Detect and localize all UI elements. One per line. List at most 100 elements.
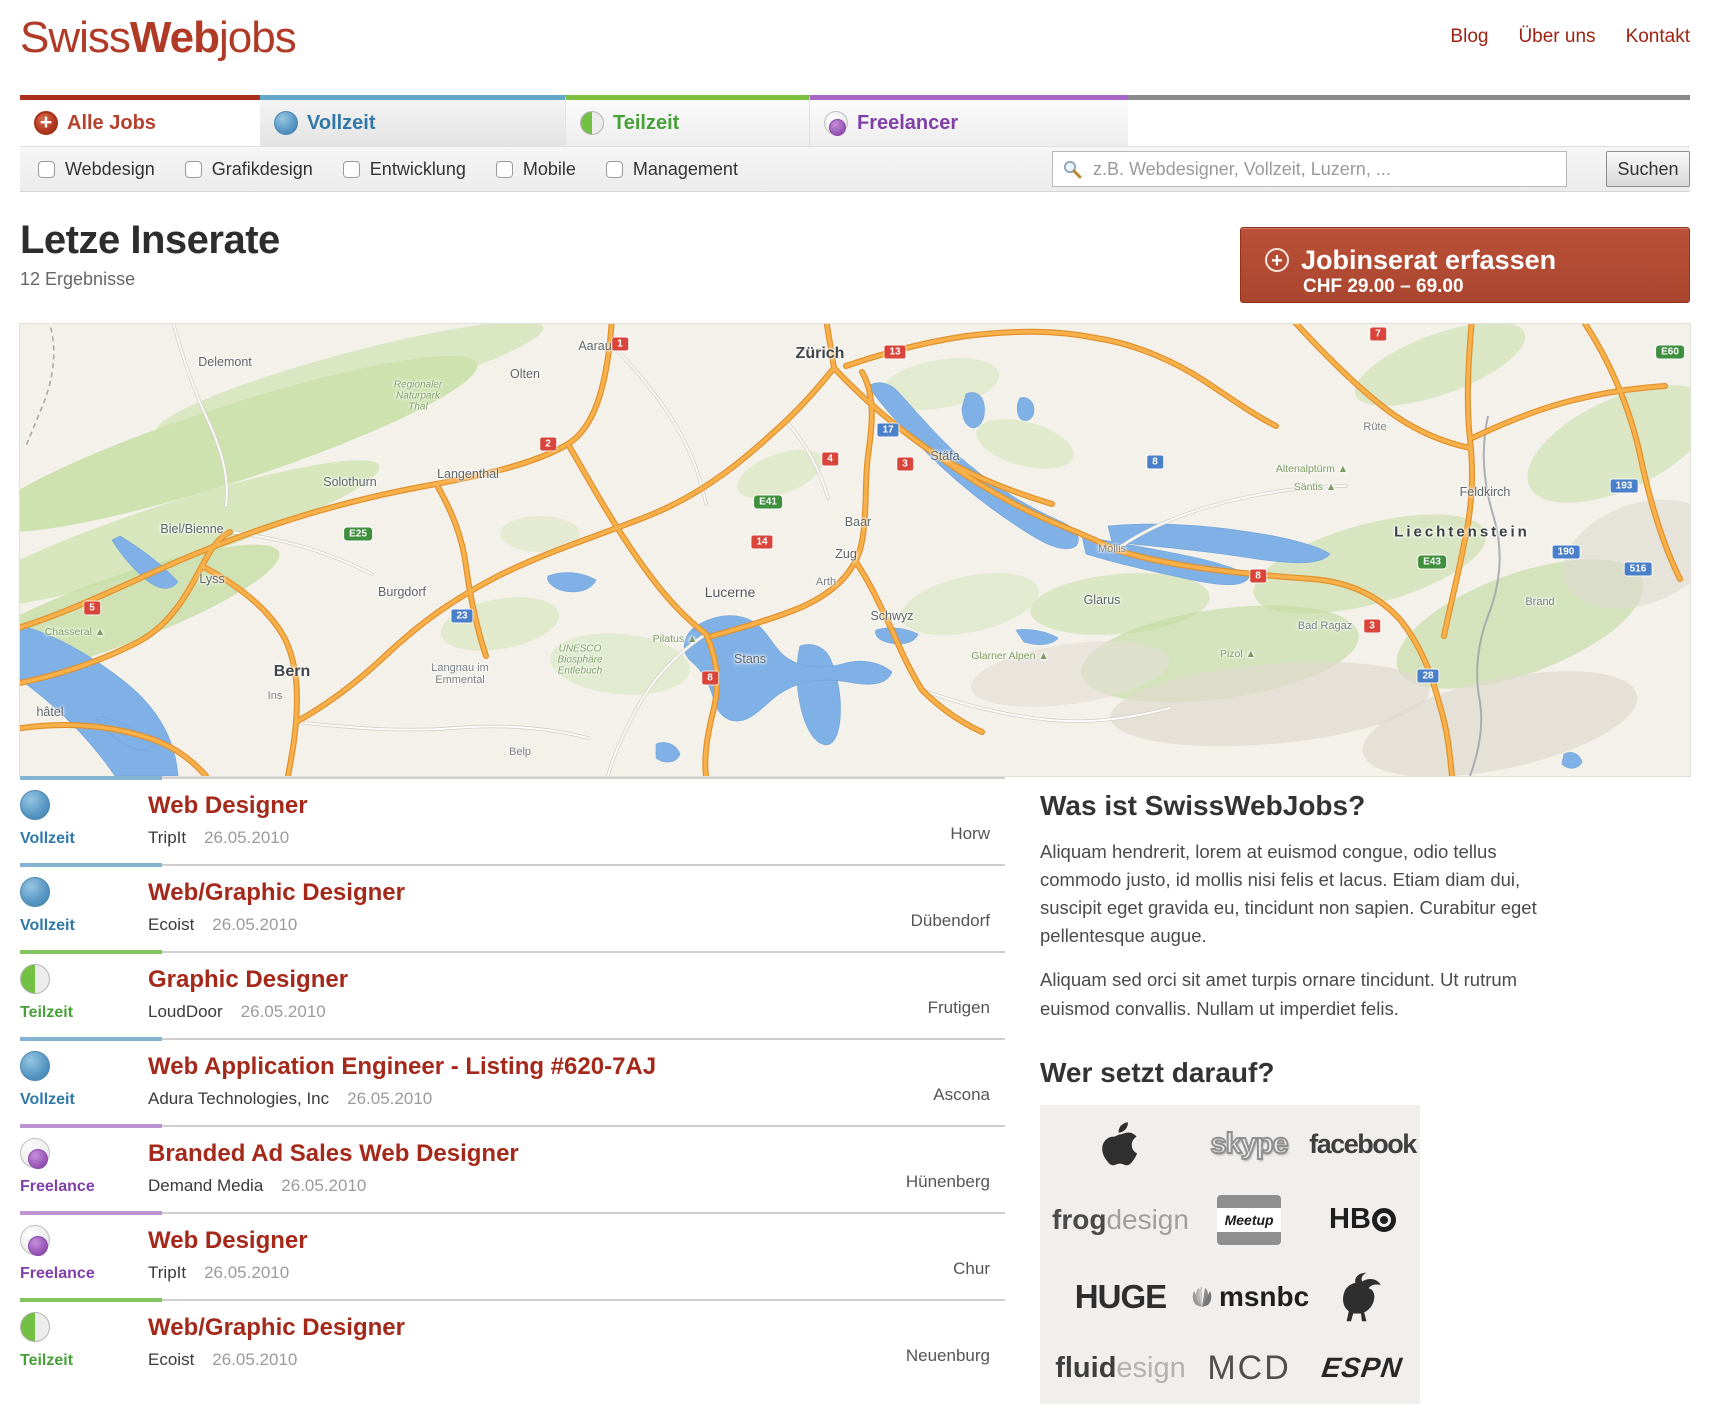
filter-label: Grafikdesign: [212, 159, 313, 180]
teilzeit-icon: [20, 964, 50, 994]
job-listing[interactable]: Freelance Branded Ad Sales Web Designer …: [20, 1124, 1005, 1211]
job-listing[interactable]: Freelance Web Designer TripIt26.05.2010 …: [20, 1211, 1005, 1298]
checkbox[interactable]: [606, 161, 623, 178]
tab-label: Alle Jobs: [67, 112, 156, 135]
job-type-label: Teilzeit: [20, 1352, 148, 1370]
tab-bar-filler: [1128, 95, 1690, 146]
job-date: 26.05.2010: [281, 1176, 366, 1195]
job-title-link[interactable]: Web/Graphic Designer: [148, 1314, 405, 1342]
goat-logo-icon: [1340, 1271, 1384, 1323]
checkbox[interactable]: [343, 161, 360, 178]
brand-part1: Swiss: [20, 13, 130, 62]
job-title-link[interactable]: Web Application Engineer - Listing #620-…: [148, 1053, 656, 1081]
job-date: 26.05.2010: [204, 828, 289, 847]
job-company: TripIt: [148, 1263, 186, 1282]
mcd-logo: MCD: [1207, 1349, 1290, 1388]
filter-label: Mobile: [523, 159, 576, 180]
job-listing[interactable]: Vollzeit Web Application Engineer - List…: [20, 1037, 1005, 1124]
top-nav: Blog Über uns Kontakt: [1450, 14, 1690, 48]
filter-entwicklung[interactable]: Entwicklung: [343, 159, 466, 180]
filter-mobile[interactable]: Mobile: [496, 159, 576, 180]
tab-alle-jobs[interactable]: Alle Jobs: [20, 95, 260, 146]
job-title-link[interactable]: Branded Ad Sales Web Designer: [148, 1140, 519, 1168]
job-type-tabs: Alle Jobs Vollzeit Teilzeit Freelancer: [20, 95, 1690, 146]
freelancer-icon: [824, 111, 848, 135]
search-button[interactable]: Suchen: [1606, 151, 1690, 187]
header: SwissWebjobs Blog Über uns Kontakt: [20, 0, 1690, 62]
checkbox[interactable]: [38, 161, 55, 178]
vollzeit-icon: [274, 111, 298, 135]
page: SwissWebjobs Blog Über uns Kontakt Alle …: [0, 0, 1710, 1424]
switzerland-map[interactable]: DelemontAarauOltenZürichRegionaler Natur…: [20, 324, 1690, 776]
filter-label: Entwicklung: [370, 159, 466, 180]
job-date: 26.05.2010: [241, 1002, 326, 1021]
map-graphic: [20, 324, 1690, 776]
job-type-label: Vollzeit: [20, 830, 148, 848]
search-group: Suchen: [1052, 151, 1690, 187]
about-paragraph-2: Aliquam sed orci sit amet turpis ornare …: [1040, 966, 1545, 1022]
job-date: 26.05.2010: [347, 1089, 432, 1108]
fluidesign-logo: fluidesign: [1055, 1352, 1186, 1385]
meetup-logo: Meetup: [1217, 1195, 1281, 1245]
facebook-logo: facebook: [1309, 1129, 1416, 1160]
job-title-link[interactable]: Web Designer: [148, 792, 308, 820]
espn-logo: ESPN: [1320, 1352, 1405, 1384]
job-listing[interactable]: Teilzeit Graphic Designer LoudDoor26.05.…: [20, 950, 1005, 1037]
nav-blog[interactable]: Blog: [1450, 26, 1488, 48]
job-listing[interactable]: Vollzeit Web Designer TripIt26.05.2010 H…: [20, 776, 1005, 863]
job-company: Ecoist: [148, 915, 194, 934]
job-title-link[interactable]: Web/Graphic Designer: [148, 879, 405, 907]
tab-teilzeit[interactable]: Teilzeit: [566, 95, 810, 146]
brand-logo[interactable]: SwissWebjobs: [20, 14, 296, 62]
job-location: Dübendorf: [911, 911, 990, 931]
job-location: Horw: [950, 824, 990, 844]
hbo-o-icon: [1372, 1208, 1396, 1232]
huge-logo: HUGE: [1075, 1278, 1166, 1316]
msnbc-logo: msnbc: [1189, 1281, 1309, 1313]
alle-jobs-plus-icon: [34, 111, 58, 135]
job-listing[interactable]: Vollzeit Web/Graphic Designer Ecoist 26.0…: [20, 863, 1005, 950]
job-listing[interactable]: Teilzeit Web/Graphic Designer Ecoist26.0…: [20, 1298, 1005, 1385]
job-location: Ascona: [933, 1085, 990, 1105]
teilzeit-icon: [580, 111, 604, 135]
about-title: Was ist SwissWebJobs?: [1040, 790, 1545, 822]
tab-label: Vollzeit: [307, 112, 376, 135]
filter-webdesign[interactable]: Webdesign: [38, 159, 155, 180]
checkbox[interactable]: [496, 161, 513, 178]
tab-vollzeit[interactable]: Vollzeit: [260, 95, 566, 146]
apple-logo-icon: [1099, 1121, 1141, 1169]
peacock-icon: [1189, 1285, 1215, 1309]
post-job-button[interactable]: +Jobinserat erfassen CHF 29.00 – 69.00: [1240, 227, 1690, 303]
job-date: 26.05.2010: [212, 915, 297, 934]
filter-label: Management: [633, 159, 738, 180]
job-title-link[interactable]: Web Designer: [148, 1227, 308, 1255]
nav-ueber-uns[interactable]: Über uns: [1518, 26, 1595, 48]
job-date: 26.05.2010: [204, 1263, 289, 1282]
job-type-label: Vollzeit: [20, 1091, 148, 1109]
tab-label: Teilzeit: [613, 112, 679, 135]
filter-grafikdesign[interactable]: Grafikdesign: [185, 159, 313, 180]
teilzeit-icon: [20, 1312, 50, 1342]
tab-freelancer[interactable]: Freelancer: [810, 95, 1128, 146]
search-input[interactable]: [1052, 151, 1567, 187]
sidebar: Was ist SwissWebJobs? Aliquam hendrerit,…: [1040, 776, 1545, 1404]
search-icon: [1062, 159, 1082, 179]
frog-design-logo: frog design: [1052, 1204, 1189, 1236]
about-paragraph-1: Aliquam hendrerit, lorem at euismod cong…: [1040, 838, 1545, 950]
filter-label: Webdesign: [65, 159, 155, 180]
clients-title: Wer setzt darauf?: [1040, 1057, 1545, 1089]
job-list: Vollzeit Web Designer TripIt 26.05.2010 H…: [20, 776, 1005, 1404]
vollzeit-icon: [20, 790, 50, 820]
checkbox[interactable]: [185, 161, 202, 178]
job-company: LoudDoor: [148, 1002, 223, 1021]
cta-title: Jobinserat erfassen: [1301, 245, 1556, 276]
filter-management[interactable]: Management: [606, 159, 738, 180]
job-title-link[interactable]: Graphic Designer: [148, 966, 348, 994]
cta-price: CHF 29.00 – 69.00: [1303, 276, 1464, 297]
job-location: Frutigen: [928, 998, 990, 1018]
tab-label: Freelancer: [857, 112, 958, 135]
job-type-label: Vollzeit: [20, 917, 148, 935]
job-company: Demand Media: [148, 1176, 263, 1195]
nav-kontakt[interactable]: Kontakt: [1626, 26, 1690, 48]
job-location: Neuenburg: [906, 1346, 990, 1366]
